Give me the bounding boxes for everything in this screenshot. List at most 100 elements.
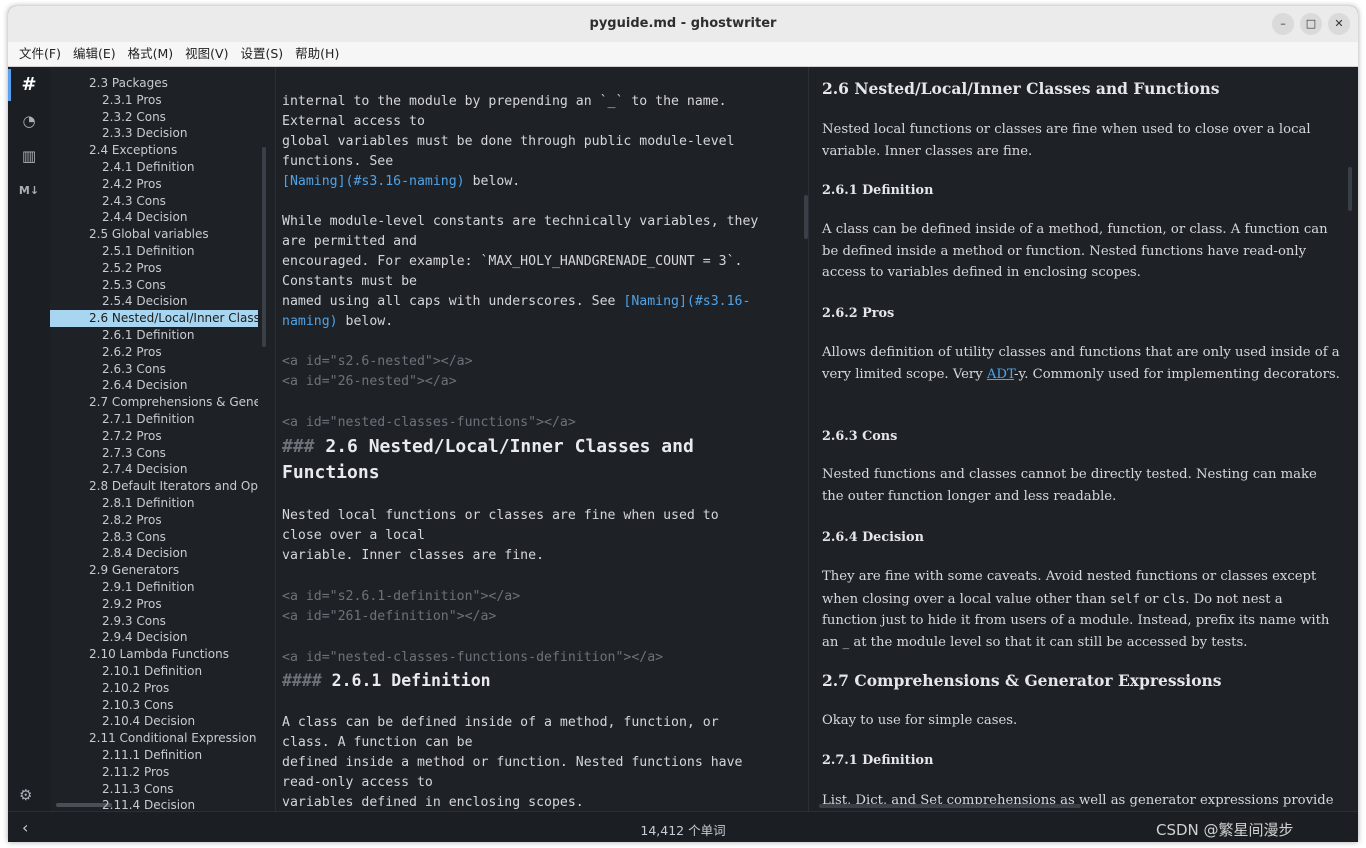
outline-item[interactable]: 2.5.4 Decision bbox=[102, 293, 258, 310]
html-preview: 2.6 Nested/Local/Inner Classes and Funct… bbox=[809, 67, 1358, 811]
naming-link[interactable]: [Naming](#s3.16-naming) bbox=[282, 174, 465, 189]
menu-settings[interactable]: 设置(S) bbox=[234, 42, 289, 63]
close-button[interactable]: ✕ bbox=[1328, 13, 1350, 35]
outline-item[interactable]: 2.11.3 Cons bbox=[102, 781, 258, 798]
preview-heading-2-6-2: 2.6.2 Pros bbox=[822, 306, 895, 321]
minimize-button[interactable]: – bbox=[1272, 13, 1294, 35]
anchor-line: <a id="s2.6-nested"></a> bbox=[282, 354, 473, 369]
outline-item[interactable]: 2.7.2 Pros bbox=[102, 428, 258, 445]
outline-item[interactable]: 2.6.2 Pros bbox=[102, 344, 258, 361]
preview-paragraph: A class can be defined inside of a metho… bbox=[822, 222, 1328, 280]
preview-paragraph: Nested local functions or classes are fi… bbox=[822, 122, 1311, 159]
outline-item[interactable]: 2.5.1 Definition bbox=[102, 243, 258, 260]
outline-item[interactable]: 2.7.1 Definition bbox=[102, 411, 258, 428]
anchor-line: <a id="26-nested"></a> bbox=[282, 374, 457, 389]
outline-item[interactable]: 2.9.3 Cons bbox=[102, 613, 258, 630]
outline-item[interactable]: 2.11 Conditional Expression bbox=[89, 730, 258, 747]
outline-tab-icon[interactable]: # bbox=[15, 71, 43, 99]
document-stats-icon[interactable]: ▥ bbox=[15, 142, 43, 170]
outline-item[interactable]: 2.8.4 Decision bbox=[102, 545, 258, 562]
outline-item[interactable]: 2.10.2 Pros bbox=[102, 680, 258, 697]
outline-item[interactable]: 2.5 Global variables bbox=[89, 226, 258, 243]
session-stats-icon[interactable]: ◔ bbox=[15, 107, 43, 135]
outline-item[interactable]: 2.10 Lambda Functions bbox=[89, 646, 258, 663]
outline-item[interactable]: 2.5.2 Pros bbox=[102, 260, 258, 277]
outline-item[interactable]: 2.3.2 Cons bbox=[102, 109, 258, 126]
outline-item[interactable]: 2.8.2 Pros bbox=[102, 512, 258, 529]
preview-heading-2-6-3: 2.6.3 Cons bbox=[822, 429, 898, 444]
outline-item[interactable]: 2.5.3 Cons bbox=[102, 277, 258, 294]
outline-item[interactable]: 2.11.1 Definition bbox=[102, 747, 258, 764]
outline-item[interactable]: 2.9.2 Pros bbox=[102, 596, 258, 613]
preview-hscrollbar[interactable] bbox=[819, 804, 1081, 808]
outline-scrollbar[interactable] bbox=[262, 147, 266, 347]
editor-line: internal to the module by prepending an … bbox=[282, 94, 727, 109]
outline-item[interactable]: 2.3 Packages bbox=[89, 75, 258, 92]
heading-text: 2.6.1 Definition bbox=[331, 671, 491, 690]
outline-item[interactable]: 2.10.1 Definition bbox=[102, 663, 258, 680]
editor-line: are permitted and bbox=[282, 234, 417, 249]
outline-item[interactable]: 2.8.1 Definition bbox=[102, 495, 258, 512]
outline-item[interactable]: 2.10.3 Cons bbox=[102, 697, 258, 714]
outline-item[interactable]: 2.9.1 Definition bbox=[102, 579, 258, 596]
outline-item[interactable]: 2.10.4 Decision bbox=[102, 713, 258, 730]
editor-heading: Functions bbox=[282, 462, 380, 483]
preview-heading-2-6-1: 2.6.1 Definition bbox=[822, 183, 934, 198]
heading-mark: ### bbox=[282, 436, 326, 457]
anchor-line: <a id="s2.6.1-definition"></a> bbox=[282, 589, 521, 604]
menu-edit[interactable]: 编辑(E) bbox=[67, 42, 122, 63]
outline-item[interactable]: 2.6.1 Definition bbox=[102, 327, 258, 344]
outline-item[interactable]: 2.11.2 Pros bbox=[102, 764, 258, 781]
menu-view[interactable]: 视图(V) bbox=[179, 42, 234, 63]
outline-item[interactable]: 2.4.3 Cons bbox=[102, 193, 258, 210]
outline-item[interactable]: 2.7.4 Decision bbox=[102, 461, 258, 478]
outline-item[interactable]: 2.11.4 Decision bbox=[102, 797, 258, 811]
active-tab-indicator bbox=[8, 69, 11, 101]
editor-line: class. A function can be bbox=[282, 735, 473, 750]
outline-item[interactable]: 2.6.3 Cons bbox=[102, 361, 258, 378]
preview-heading-2-7-1: 2.7.1 Definition bbox=[822, 753, 934, 768]
outline-item[interactable]: 2.7.3 Cons bbox=[102, 445, 258, 462]
editor-heading: ### 2.6 Nested/Local/Inner Classes and bbox=[282, 434, 694, 460]
outline-item[interactable]: 2.4.4 Decision bbox=[102, 209, 258, 226]
editor-line: defined inside a method or function. Nes… bbox=[282, 755, 743, 770]
editor-line: named using all caps with underscores. S… bbox=[282, 292, 750, 312]
editor-line: encouraged. For example: `MAX_HOLY_HANDG… bbox=[282, 254, 743, 269]
outline-item[interactable]: 2.4 Exceptions bbox=[89, 142, 258, 159]
outline-item[interactable]: 2.9.4 Decision bbox=[102, 629, 258, 646]
outline-item[interactable]: 2.7 Comprehensions & Gene bbox=[89, 394, 258, 411]
menu-format[interactable]: 格式(M) bbox=[122, 42, 180, 63]
outline-item[interactable]: 2.4.1 Definition bbox=[102, 159, 258, 176]
adt-link[interactable]: ADT bbox=[987, 367, 1014, 382]
outline-item[interactable]: 2.8.3 Cons bbox=[102, 529, 258, 546]
naming-link[interactable]: [Naming](#s3.16- bbox=[623, 294, 750, 309]
outline-panel: 2.3 Packages 2.3.1 Pros 2.3.2 Cons 2.3.3 De… bbox=[50, 67, 276, 811]
preview-paragraph: They are fine with some caveats. Avoid n… bbox=[822, 566, 1342, 653]
anchor-line: <a id="nested-classes-functions-definiti… bbox=[282, 650, 664, 665]
editor-line: naming) below. bbox=[282, 312, 393, 332]
menu-help[interactable]: 帮助(H) bbox=[289, 42, 345, 63]
outline-item[interactable]: 2.6 Nested/Local/Inner Class bbox=[50, 310, 258, 328]
preview-heading-2-7: 2.7 Comprehensions & Generator Expressio… bbox=[822, 671, 1222, 690]
naming-link-cont[interactable]: naming) bbox=[282, 314, 338, 329]
window-title: pyguide.md - ghostwriter bbox=[589, 16, 777, 31]
maximize-button[interactable]: □ bbox=[1300, 13, 1322, 35]
outline-item[interactable]: 2.9 Generators bbox=[89, 562, 258, 579]
editor-line: Constants must be bbox=[282, 274, 417, 289]
outline-item[interactable]: 2.4.2 Pros bbox=[102, 176, 258, 193]
outline-item[interactable]: 2.3.1 Pros bbox=[102, 92, 258, 109]
cheat-sheet-icon[interactable]: M↓ bbox=[15, 177, 43, 205]
editor-line: variable. Inner classes are fine. bbox=[282, 548, 545, 563]
outline-item[interactable]: 2.8 Default Iterators and Op bbox=[89, 478, 258, 495]
outline-item[interactable]: 2.3.3 Decision bbox=[102, 125, 258, 142]
inline-code: self bbox=[1109, 590, 1140, 606]
settings-gear-icon[interactable]: ⚙ bbox=[19, 786, 32, 804]
markdown-editor[interactable]: internal to the module by prepending an … bbox=[276, 67, 808, 811]
title-bar: pyguide.md - ghostwriter – □ ✕ bbox=[8, 6, 1358, 42]
menu-file[interactable]: 文件(F) bbox=[13, 42, 67, 63]
preview-scrollbar[interactable] bbox=[1348, 167, 1352, 211]
heading-mark: #### bbox=[282, 671, 332, 690]
preview-text: -y. Commonly used for implementing decor… bbox=[1014, 366, 1340, 382]
outline-item[interactable]: 2.6.4 Decision bbox=[102, 377, 258, 394]
editor-line: functions. See bbox=[282, 154, 394, 169]
